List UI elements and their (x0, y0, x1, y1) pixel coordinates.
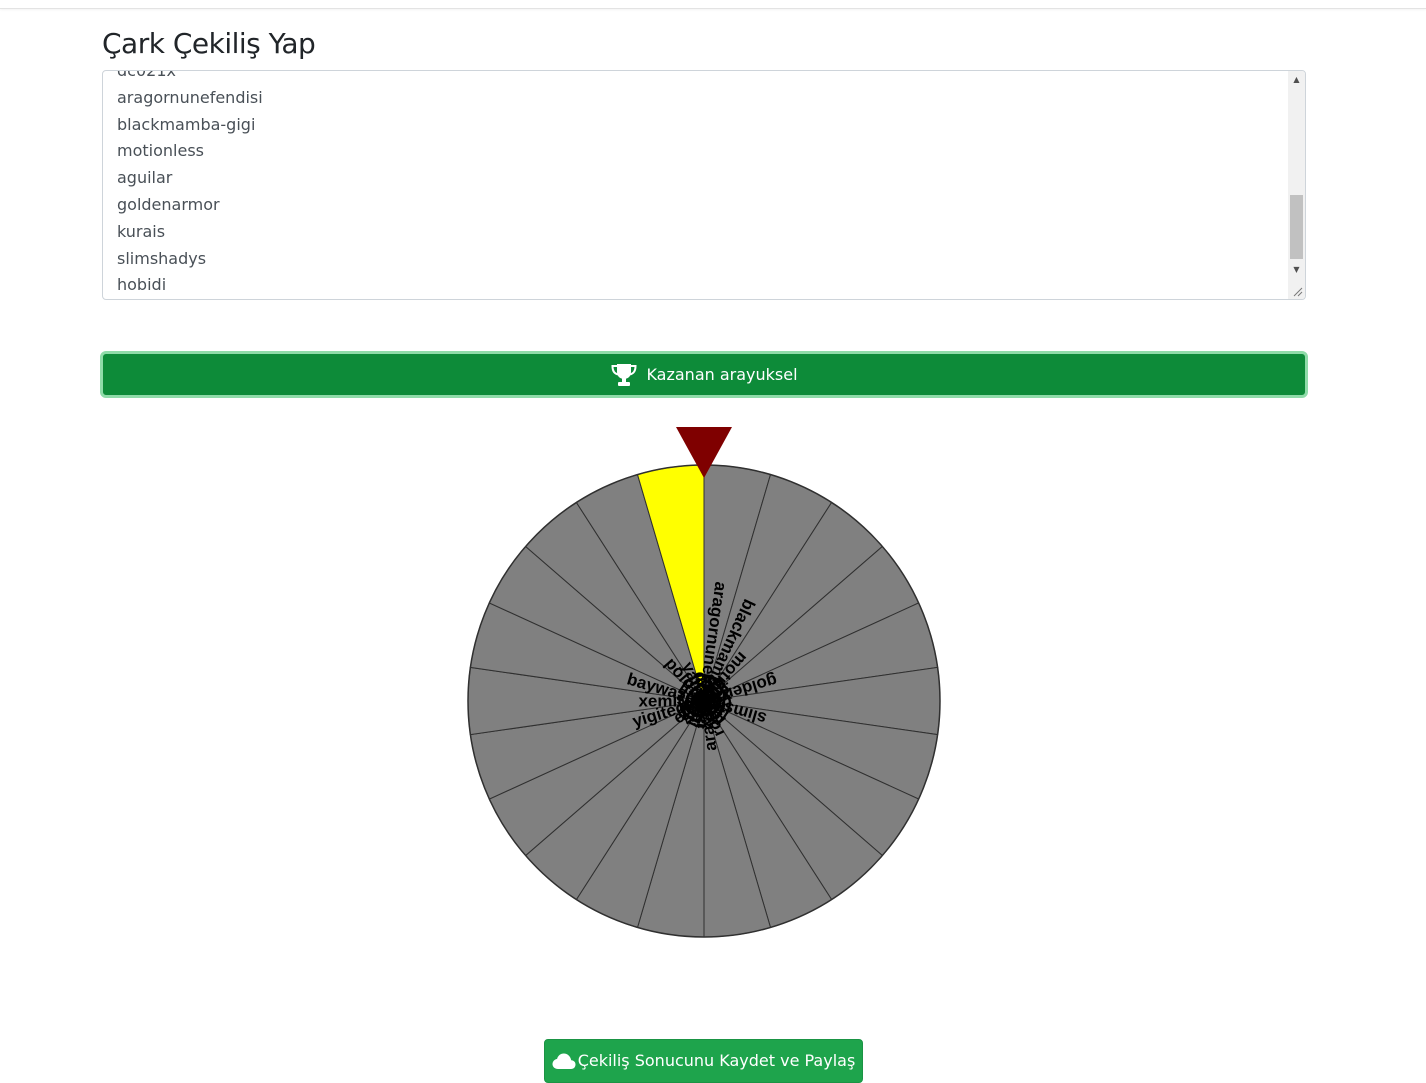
list-item: kurais (117, 221, 166, 241)
page-title: Çark Çekiliş Yap (102, 27, 316, 60)
spin-wheel[interactable]: insannnaxlez468409efe2506yigitegecelikxe… (461, 420, 951, 950)
wheel-hub (700, 697, 708, 705)
list-item: dc021x (117, 70, 176, 80)
save-and-share-button[interactable]: Çekiliş Sonucunu Kaydet ve Paylaş (544, 1039, 863, 1083)
scroll-up-arrow-icon[interactable]: ▲ (1288, 71, 1305, 88)
participants-textarea[interactable]: dc021x aragornunefendisi blackmamba-gigi… (102, 70, 1306, 300)
scrollbar-thumb[interactable] (1290, 195, 1303, 259)
scroll-down-arrow-icon[interactable]: ▼ (1288, 261, 1305, 278)
resize-grip-icon[interactable] (1291, 285, 1303, 297)
textarea-scrollbar[interactable]: ▲ ▼ (1288, 71, 1305, 299)
top-navbar-edge (0, 0, 1426, 9)
list-item: blackmamba-gigi (117, 114, 256, 134)
winner-button-label: Kazanan arayuksel (646, 365, 798, 384)
save-button-label: Çekiliş Sonucunu Kaydet ve Paylaş (577, 1051, 856, 1070)
list-item: slimshadys (117, 248, 207, 268)
cloud-icon (552, 1053, 576, 1069)
list-item: motionless (117, 141, 204, 161)
list-item: goldenarmor (117, 194, 220, 214)
participants-list: dc021x aragornunefendisi blackmamba-gigi… (117, 70, 1277, 299)
winner-button[interactable]: Kazanan arayuksel (100, 351, 1308, 398)
list-item: aguilar (117, 168, 173, 188)
wheel-container[interactable]: insannnaxlez468409efe2506yigitegecelikxe… (461, 420, 951, 950)
trophy-icon (611, 363, 637, 386)
list-item: aragornunefendisi (117, 87, 263, 107)
list-item: hobidi (117, 275, 167, 295)
